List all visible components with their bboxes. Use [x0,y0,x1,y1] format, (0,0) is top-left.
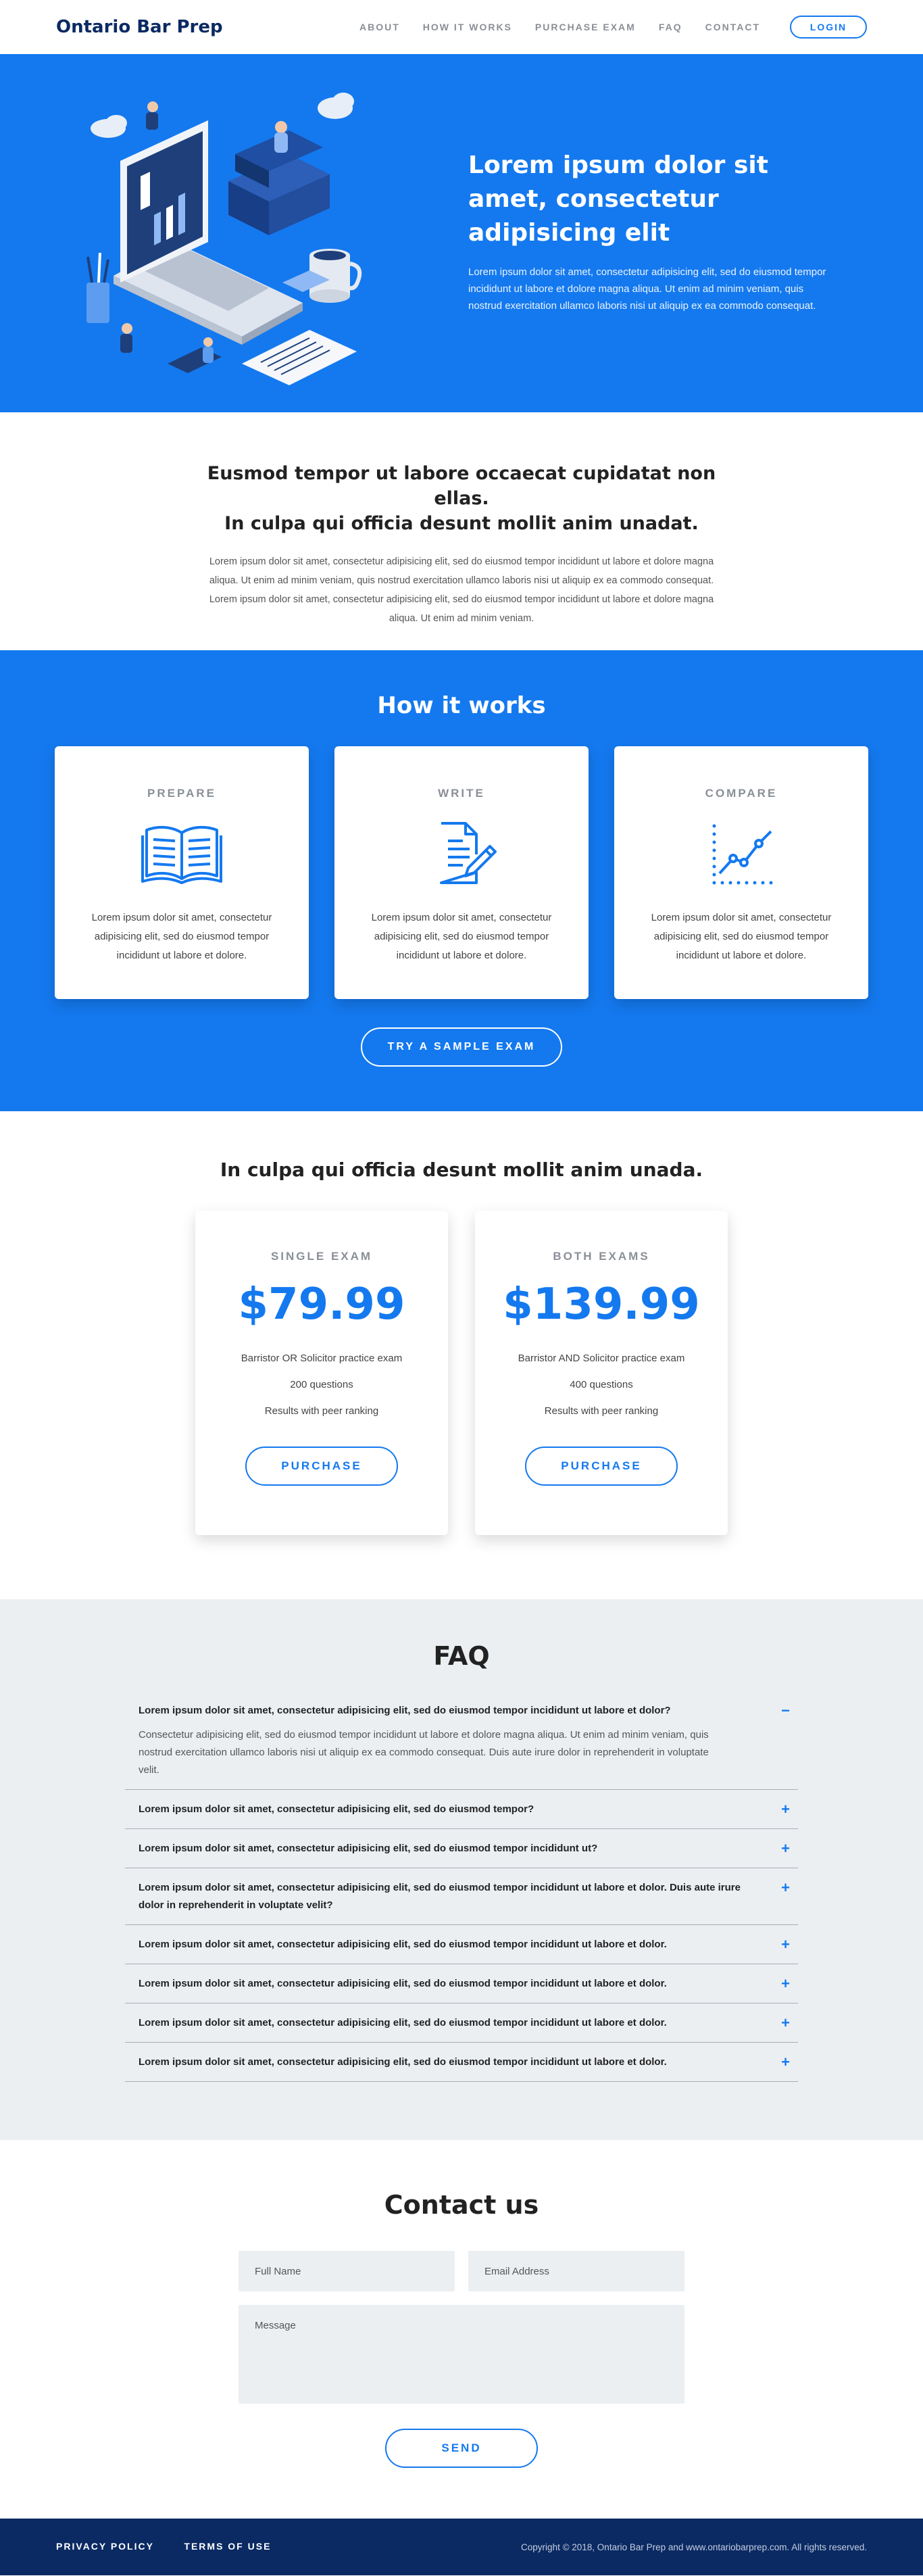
price-feature: 200 questions [290,1379,353,1390]
faq-section: FAQ Lorem ipsum dolor sit amet, consecte… [0,1599,923,2140]
expand-icon[interactable]: + [781,1801,790,1818]
faq-question[interactable]: Lorem ipsum dolor sit amet, consectetur … [139,1801,784,1818]
faq-item[interactable]: Lorem ipsum dolor sit amet, consectetur … [125,1964,798,2003]
hero-title: Lorem ipsum dolor sit amet, consectetur … [468,151,768,247]
purchase-single-button[interactable]: PURCHASE [245,1447,398,1486]
price-feature: Results with peer ranking [264,1405,379,1417]
pricing-title: In culpa qui officia desunt mollit anim … [220,1159,703,1181]
hero-text: Lorem ipsum dolor sit amet, consectetur … [468,149,833,314]
price-cards: SINGLE EXAM $79.99 Barristor OR Solicito… [0,1211,923,1535]
line-chart-icon [712,824,773,885]
faq-item[interactable]: Lorem ipsum dolor sit amet, consectetur … [125,2043,798,2082]
how-card-title: WRITE [438,787,485,800]
terms-of-use-link[interactable]: TERMS OF USE [184,2541,271,2552]
price-feature: Barristor OR Solicitor practice exam [241,1353,403,1364]
faq-item[interactable]: Lorem ipsum dolor sit amet, consectetur … [125,1691,798,1790]
faq-question[interactable]: Lorem ipsum dolor sit amet, consectetur … [139,1879,784,1914]
how-card-description: Lorem ipsum dolor sit amet, consectetur … [651,912,832,961]
copyright-text: Copyright © 2018, Ontario Bar Prep and w… [521,2542,867,2552]
nav-link-purchase-exam[interactable]: PURCHASE EXAM [535,22,636,32]
nav-link-contact[interactable]: CONTACT [705,22,760,32]
how-card-write: WRITE Lorem ipsum dolor sit amet, consec… [334,746,589,999]
price-label: SINGLE EXAM [270,1250,373,1263]
expand-icon[interactable]: + [781,1879,790,1897]
contact-form: SEND [239,2251,684,2468]
how-cards: PREPARE Lorem ipsum dolor sit amet, cons… [0,746,923,999]
expand-icon[interactable]: + [781,2053,790,2071]
intro-title-line2: In culpa qui officia desunt mollit anim … [224,513,699,534]
price-card-both-exams: BOTH EXAMS $139.99 Barristor AND Solicit… [475,1211,728,1535]
faq-item[interactable]: Lorem ipsum dolor sit amet, consectetur … [125,1925,798,1964]
contact-section: Contact us SEND [0,2140,923,2519]
full-name-input[interactable] [239,2251,455,2291]
faq-item[interactable]: Lorem ipsum dolor sit amet, consectetur … [125,2003,798,2043]
contact-title: Contact us [384,2190,539,2220]
pricing-section: In culpa qui officia desunt mollit anim … [0,1111,923,1599]
how-card-title: PREPARE [147,787,216,800]
faq-item[interactable]: Lorem ipsum dolor sit amet, consectetur … [125,1790,798,1829]
try-sample-exam-button[interactable]: TRY A SAMPLE EXAM [361,1027,562,1067]
faq-question[interactable]: Lorem ipsum dolor sit amet, consectetur … [139,1840,784,1857]
how-card-compare: COMPARE Lorem ipsum dolor sit amet, cons… [614,746,868,999]
purchase-both-button[interactable]: PURCHASE [525,1447,678,1486]
contact-row [239,2251,684,2291]
expand-icon[interactable]: + [781,1840,790,1857]
faq-question[interactable]: Lorem ipsum dolor sit amet, consectetur … [139,1936,784,1953]
faq-question[interactable]: Lorem ipsum dolor sit amet, consectetur … [139,1702,784,1720]
price-feature: 400 questions [570,1379,633,1390]
price-amount: $139.99 [503,1280,700,1330]
how-card-title: COMPARE [705,787,778,800]
open-book-icon [141,825,222,884]
faq-item[interactable]: Lorem ipsum dolor sit amet, consectetur … [125,1829,798,1868]
how-it-works-title: How it works [377,692,546,719]
price-card-single-exam: SINGLE EXAM $79.99 Barristor OR Solicito… [195,1211,448,1535]
faq-title: FAQ [433,1641,490,1671]
footer-links: PRIVACY POLICY TERMS OF USE [56,2541,298,2553]
intro-title-line1: Eusmod tempor ut labore occaecat cupidat… [207,463,716,509]
intro-description: Lorem ipsum dolor sit amet, consectetur … [209,556,714,624]
nav-link-how-it-works[interactable]: HOW IT WORKS [423,22,512,32]
how-card-description: Lorem ipsum dolor sit amet, consectetur … [371,912,552,961]
email-input[interactable] [468,2251,684,2291]
price-feature: Results with peer ranking [544,1405,659,1417]
expand-icon[interactable]: + [781,1936,790,1953]
intro-section: Eusmod tempor ut labore occaecat cupidat… [0,412,923,650]
login-button[interactable]: LOGIN [790,16,867,39]
how-it-works-section: How it works PREPARE Lorem ipsum dolor s… [0,650,923,1111]
how-card-description: Lorem ipsum dolor sit amet, consectetur … [91,912,272,961]
hero-description: Lorem ipsum dolor sit amet, consectetur … [468,266,826,312]
price-label: BOTH EXAMS [553,1250,650,1263]
faq-question[interactable]: Lorem ipsum dolor sit amet, consectetur … [139,1975,784,1993]
send-button[interactable]: SEND [385,2429,538,2468]
price-amount: $79.99 [238,1280,405,1330]
how-card-prepare: PREPARE Lorem ipsum dolor sit amet, cons… [55,746,309,999]
faq-question[interactable]: Lorem ipsum dolor sit amet, consectetur … [139,2014,784,2032]
faq-item[interactable]: Lorem ipsum dolor sit amet, consectetur … [125,1868,798,1925]
document-pen-icon [440,822,497,884]
hero-section: Lorem ipsum dolor sit amet, consectetur … [0,54,923,412]
nav-links: ABOUT HOW IT WORKS PURCHASE EXAM FAQ CON… [336,16,867,39]
message-textarea[interactable] [239,2305,684,2404]
price-feature: Barristor AND Solicitor practice exam [518,1353,685,1364]
brand-logo[interactable]: Ontario Bar Prep [56,17,223,37]
intro-title: Eusmod tempor ut labore occaecat cupidat… [191,461,732,536]
top-nav: Ontario Bar Prep ABOUT HOW IT WORKS PURC… [0,0,923,54]
expand-icon[interactable]: + [781,2014,790,2032]
faq-list: Lorem ipsum dolor sit amet, consectetur … [125,1691,798,2082]
privacy-policy-link[interactable]: PRIVACY POLICY [56,2541,154,2552]
nav-link-faq[interactable]: FAQ [659,22,682,32]
collapse-icon[interactable]: − [781,1702,790,1720]
footer: PRIVACY POLICY TERMS OF USE Copyright © … [0,2519,923,2575]
expand-icon[interactable]: + [781,1975,790,1993]
faq-question[interactable]: Lorem ipsum dolor sit amet, consectetur … [139,2053,784,2071]
nav-link-about[interactable]: ABOUT [359,22,400,32]
hero-illustration [86,93,362,385]
faq-answer: Consectetur adipisicing elit, sed do eiu… [139,1729,709,1776]
